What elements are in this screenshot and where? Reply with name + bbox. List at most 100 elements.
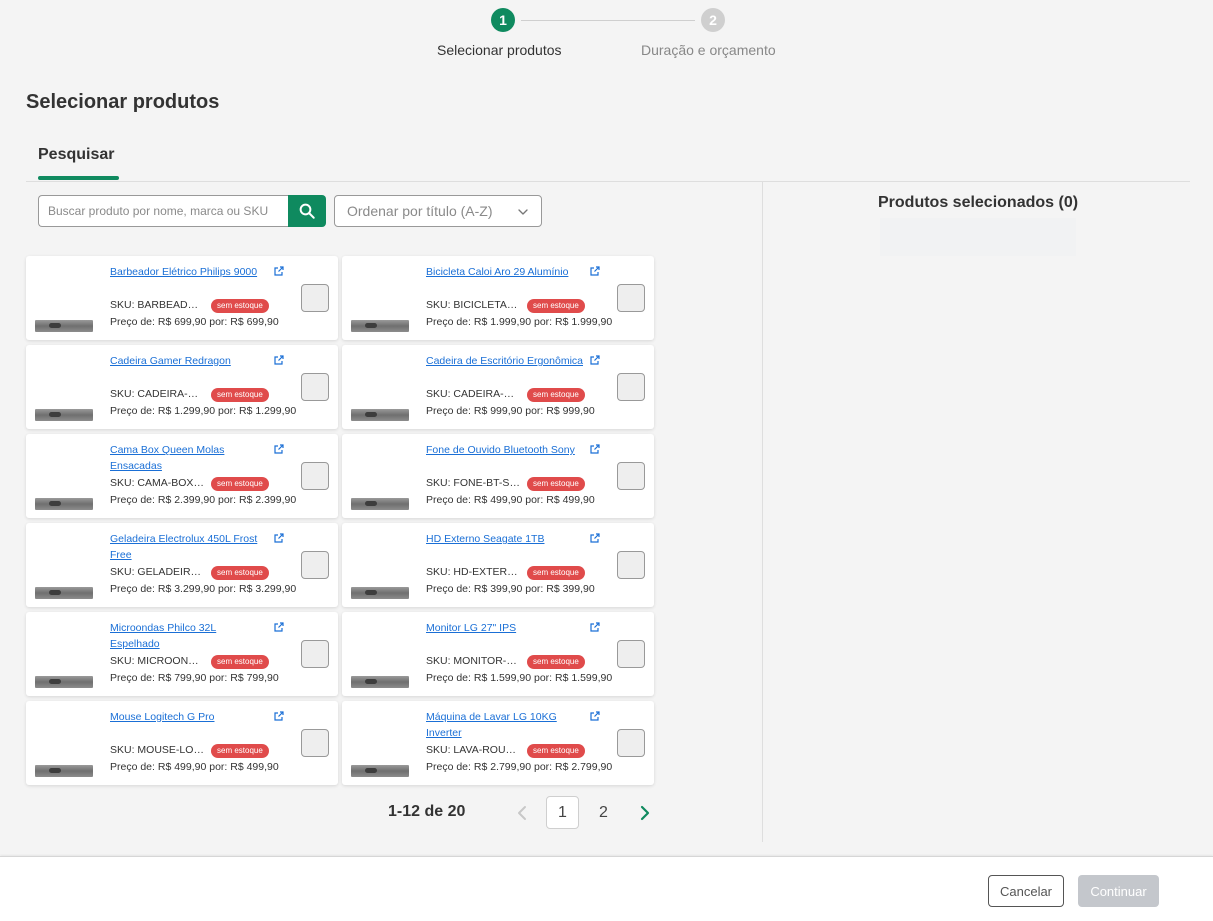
product-name-link[interactable]: Máquina de Lavar LG 10KG Inverter: [426, 709, 584, 741]
pagination-page-2[interactable]: 2: [587, 796, 620, 829]
product-select-checkbox[interactable]: [617, 551, 645, 579]
external-link-icon[interactable]: [589, 354, 601, 366]
search-input[interactable]: [38, 195, 288, 227]
product-name-link[interactable]: Cadeira Gamer Redragon: [110, 353, 268, 369]
chevron-left-icon[interactable]: [514, 803, 530, 823]
product-card: Monitor LG 27" IPS SKU: MONITOR-LG-27 se…: [342, 612, 654, 696]
product-card: Cadeira Gamer Redragon SKU: CADEIRA-GAME…: [26, 345, 338, 429]
product-card: Mouse Logitech G Pro SKU: MOUSE-LOGITECH…: [26, 701, 338, 785]
product-card: Geladeira Electrolux 450L Frost Free SKU…: [26, 523, 338, 607]
step-connector: [521, 20, 695, 21]
product-select-checkbox[interactable]: [301, 373, 329, 401]
product-card: Máquina de Lavar LG 10KG Inverter SKU: L…: [342, 701, 654, 785]
product-price: Preço de: R$ 699,90 por: R$ 699,90: [110, 316, 279, 328]
external-link-icon[interactable]: [273, 354, 285, 366]
external-link-icon[interactable]: [589, 443, 601, 455]
product-sku: SKU: CADEIRA-ESCRITORIO: [426, 388, 520, 400]
product-card: Microondas Philco 32L Espelhado SKU: MIC…: [26, 612, 338, 696]
product-name-link[interactable]: Monitor LG 27" IPS: [426, 620, 584, 636]
product-card: Cama Box Queen Molas Ensacadas SKU: CAMA…: [26, 434, 338, 518]
product-image: [35, 264, 93, 332]
stock-badge: sem estoque: [527, 655, 585, 669]
product-sku: SKU: MICROONDAS-PHILCO: [110, 655, 204, 667]
product-name-link[interactable]: Mouse Logitech G Pro: [110, 709, 268, 725]
product-sku: SKU: FONE-BT-SONY: [426, 477, 520, 489]
product-select-checkbox[interactable]: [301, 284, 329, 312]
stock-badge: sem estoque: [527, 566, 585, 580]
step-2-indicator: 2: [701, 8, 725, 32]
product-sku: SKU: LAVA-ROUPAS-LG: [426, 744, 520, 756]
product-name-link[interactable]: Cama Box Queen Molas Ensacadas: [110, 442, 268, 474]
external-link-icon[interactable]: [589, 265, 601, 277]
step-1-label: Selecionar produtos: [437, 42, 562, 58]
external-link-icon[interactable]: [273, 443, 285, 455]
product-name-link[interactable]: Barbeador Elétrico Philips 9000: [110, 264, 268, 280]
tab-pesquisar[interactable]: Pesquisar: [38, 146, 114, 164]
product-image: [35, 709, 93, 777]
column-divider: [762, 182, 763, 842]
chevron-down-icon: [518, 209, 528, 215]
tabs-divider: [26, 181, 1190, 182]
product-sku: SKU: HD-EXTERNO-SEAGATE: [426, 566, 520, 578]
product-image: [351, 709, 409, 777]
external-link-icon[interactable]: [273, 621, 285, 633]
product-price: Preço de: R$ 1.599,90 por: R$ 1.599,90: [426, 672, 613, 684]
product-image: [351, 531, 409, 599]
product-select-checkbox[interactable]: [617, 729, 645, 757]
stock-badge: sem estoque: [527, 388, 585, 402]
search-bar: [38, 195, 326, 227]
product-select-checkbox[interactable]: [617, 284, 645, 312]
product-price: Preço de: R$ 499,90 por: R$ 499,90: [110, 761, 279, 773]
sort-select[interactable]: Ordenar por título (A-Z): [334, 195, 542, 227]
product-select-checkbox[interactable]: [617, 373, 645, 401]
search-button[interactable]: [288, 195, 326, 227]
product-select-checkbox[interactable]: [301, 462, 329, 490]
step-1-indicator: 1: [491, 8, 515, 32]
product-price: Preço de: R$ 1.999,90 por: R$ 1.999,90: [426, 316, 613, 328]
product-select-checkbox[interactable]: [301, 551, 329, 579]
product-card: Bicicleta Caloi Aro 29 Alumínio SKU: BIC…: [342, 256, 654, 340]
stock-badge: sem estoque: [527, 299, 585, 313]
pagination-range: 1-12 de 20: [388, 803, 466, 820]
product-name-link[interactable]: Microondas Philco 32L Espelhado: [110, 620, 268, 652]
product-price: Preço de: R$ 999,90 por: R$ 999,90: [426, 405, 595, 417]
product-sku: SKU: CAMA-BOX-QUEEN: [110, 477, 204, 489]
external-link-icon[interactable]: [589, 621, 601, 633]
product-sku: SKU: MONITOR-LG-27: [426, 655, 520, 667]
product-name-link[interactable]: Fone de Ouvido Bluetooth Sony: [426, 442, 584, 458]
product-price: Preço de: R$ 799,90 por: R$ 799,90: [110, 672, 279, 684]
product-name-link[interactable]: Cadeira de Escritório Ergonômica: [426, 353, 584, 369]
stock-badge: sem estoque: [527, 744, 585, 758]
selected-products-title: Produtos selecionados (0): [878, 194, 1079, 211]
product-sku: SKU: CADEIRA-GAMER: [110, 388, 204, 400]
stock-badge: sem estoque: [211, 744, 269, 758]
external-link-icon[interactable]: [589, 710, 601, 722]
product-select-checkbox[interactable]: [301, 729, 329, 757]
product-image: [351, 353, 409, 421]
product-name-link[interactable]: Bicicleta Caloi Aro 29 Alumínio: [426, 264, 584, 280]
product-image: [351, 264, 409, 332]
external-link-icon[interactable]: [589, 532, 601, 544]
product-price: Preço de: R$ 2.799,90 por: R$ 2.799,90: [426, 761, 613, 773]
page-title: Selecionar produtos: [26, 91, 220, 113]
product-image: [35, 620, 93, 688]
selected-products-placeholder: [880, 218, 1076, 256]
chevron-right-icon[interactable]: [637, 803, 653, 823]
pagination-page-1[interactable]: 1: [546, 796, 579, 829]
continue-button[interactable]: Continuar: [1078, 875, 1159, 907]
product-price: Preço de: R$ 399,90 por: R$ 399,90: [426, 583, 595, 595]
external-link-icon[interactable]: [273, 265, 285, 277]
cancel-button[interactable]: Cancelar: [988, 875, 1064, 907]
product-name-link[interactable]: Geladeira Electrolux 450L Frost Free: [110, 531, 268, 563]
product-name-link[interactable]: HD Externo Seagate 1TB: [426, 531, 584, 547]
external-link-icon[interactable]: [273, 710, 285, 722]
product-price: Preço de: R$ 2.399,90 por: R$ 2.399,90: [110, 494, 297, 506]
sort-selected-value: Ordenar por título (A-Z): [347, 203, 493, 219]
product-select-checkbox[interactable]: [617, 462, 645, 490]
product-image: [35, 531, 93, 599]
product-select-checkbox[interactable]: [301, 640, 329, 668]
external-link-icon[interactable]: [273, 532, 285, 544]
product-grid: Barbeador Elétrico Philips 9000 SKU: BAR…: [26, 256, 654, 785]
step-2-label: Duração e orçamento: [641, 42, 776, 58]
product-select-checkbox[interactable]: [617, 640, 645, 668]
